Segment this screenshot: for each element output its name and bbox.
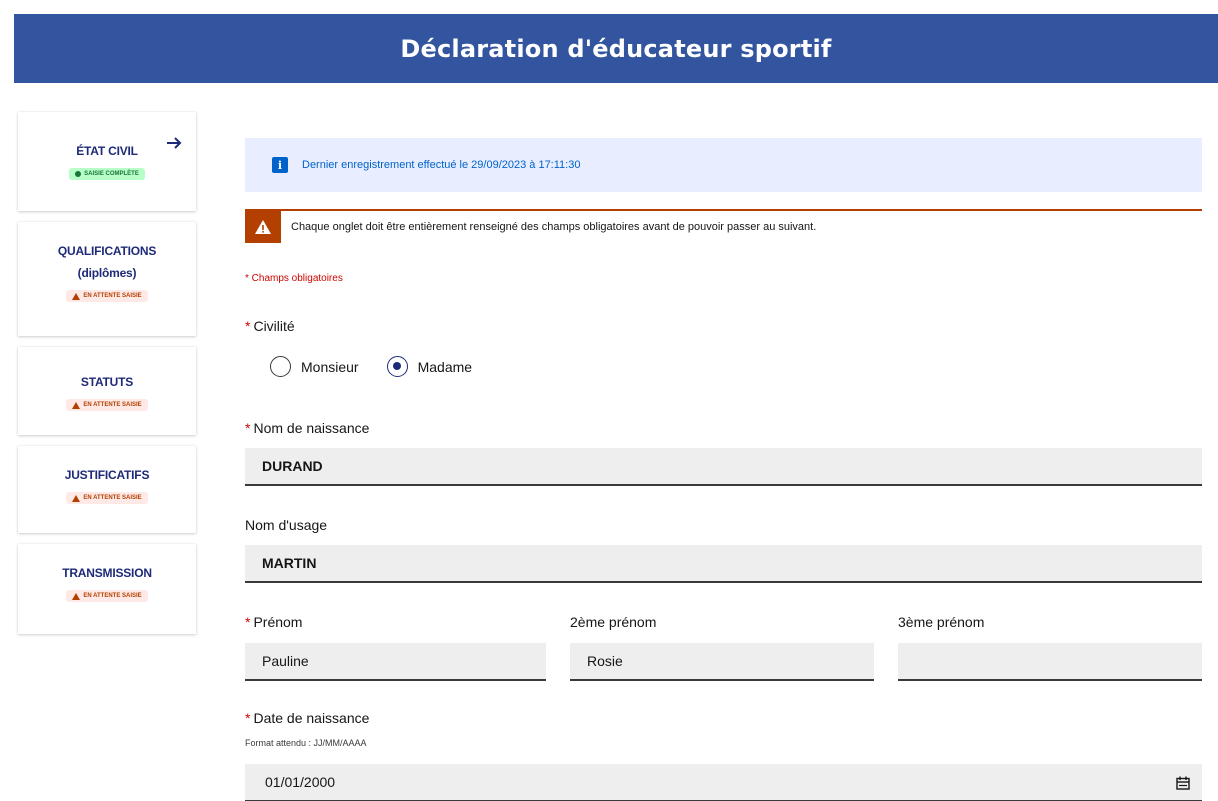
info-icon: i: [272, 157, 288, 173]
status-badge: EN ATTENTE SAISIE: [66, 590, 148, 602]
info-notice: i Dernier enregistrement effectué le 29/…: [245, 138, 1202, 192]
check-circle-icon: [75, 171, 82, 177]
usage-name-label: Nom d'usage: [245, 517, 328, 533]
required-note: * Champs obligatoires: [245, 273, 343, 284]
civility-radio-group: Monsieur Madame: [270, 356, 500, 377]
radio-monsieur[interactable]: Monsieur: [270, 356, 359, 377]
birth-name-field[interactable]: DURAND: [245, 448, 1202, 486]
warning-triangle-icon: [72, 292, 81, 300]
status-badge: EN ATTENTE SAISIE: [66, 492, 148, 504]
birth-date-value: 01/01/2000: [265, 774, 336, 790]
birth-name-label: * Nom de naissance: [245, 420, 370, 436]
second-name-field[interactable]: Rosie: [570, 643, 874, 681]
warning-icon: [245, 211, 281, 243]
radio-label: Madame: [417, 358, 473, 375]
step-sublabel: (diplômes): [77, 266, 137, 280]
third-name-label: 3ème prénom: [898, 614, 985, 630]
step-label: QUALIFICATIONS: [57, 244, 157, 258]
status-badge: EN ATTENTE SAISIE: [66, 399, 148, 411]
warning-notice: Chaque onglet doit être entièrement rens…: [245, 209, 1202, 243]
birth-date-label: * Date de naissance: [245, 710, 370, 726]
calendar-icon[interactable]: [1176, 776, 1190, 790]
birth-date-hint: Format attendu : JJ/MM/AAAA: [245, 738, 367, 748]
radio-button[interactable]: [386, 356, 408, 377]
radio-label: Monsieur: [301, 358, 359, 375]
status-badge: EN ATTENTE SAISIE: [66, 290, 148, 302]
step-label: JUSTIFICATIFS: [64, 468, 150, 482]
warning-triangle-icon: [72, 401, 81, 409]
second-name-label: 2ème prénom: [570, 614, 657, 630]
step-statuts[interactable]: STATUTS EN ATTENTE SAISIE: [18, 347, 196, 435]
birth-date-field[interactable]: 01/01/2000: [245, 764, 1202, 801]
step-label: TRANSMISSION: [62, 566, 152, 580]
page-header: Déclaration d'éducateur sportif: [14, 14, 1218, 83]
last-save-text: Dernier enregistrement effectué le 29/09…: [302, 159, 581, 171]
radio-madame[interactable]: Madame: [386, 356, 473, 377]
step-justificatifs[interactable]: JUSTIFICATIFS EN ATTENTE SAISIE: [18, 446, 196, 533]
warning-triangle-icon: [72, 494, 81, 502]
third-name-field[interactable]: [898, 643, 1202, 681]
status-badge: SAISIE COMPLÈTE: [69, 168, 145, 180]
usage-name-field[interactable]: MARTIN: [245, 545, 1202, 583]
first-name-field[interactable]: Pauline: [245, 643, 546, 681]
page-title: Déclaration d'éducateur sportif: [400, 34, 832, 63]
warning-text: Chaque onglet doit être entièrement rens…: [291, 221, 817, 233]
step-qualifications[interactable]: QUALIFICATIONS (diplômes) EN ATTENTE SAI…: [18, 222, 196, 336]
step-label: STATUTS: [80, 375, 134, 389]
radio-button[interactable]: [270, 356, 291, 377]
warning-triangle-icon: [72, 592, 81, 600]
arrow-right-icon: [167, 137, 182, 149]
step-etat-civil[interactable]: ÉTAT CIVIL SAISIE COMPLÈTE: [18, 112, 196, 211]
step-label: ÉTAT CIVIL: [76, 144, 138, 158]
first-name-label: * Prénom: [245, 614, 303, 630]
civility-label: * Civilité: [245, 318, 295, 334]
step-transmission[interactable]: TRANSMISSION EN ATTENTE SAISIE: [18, 544, 196, 634]
